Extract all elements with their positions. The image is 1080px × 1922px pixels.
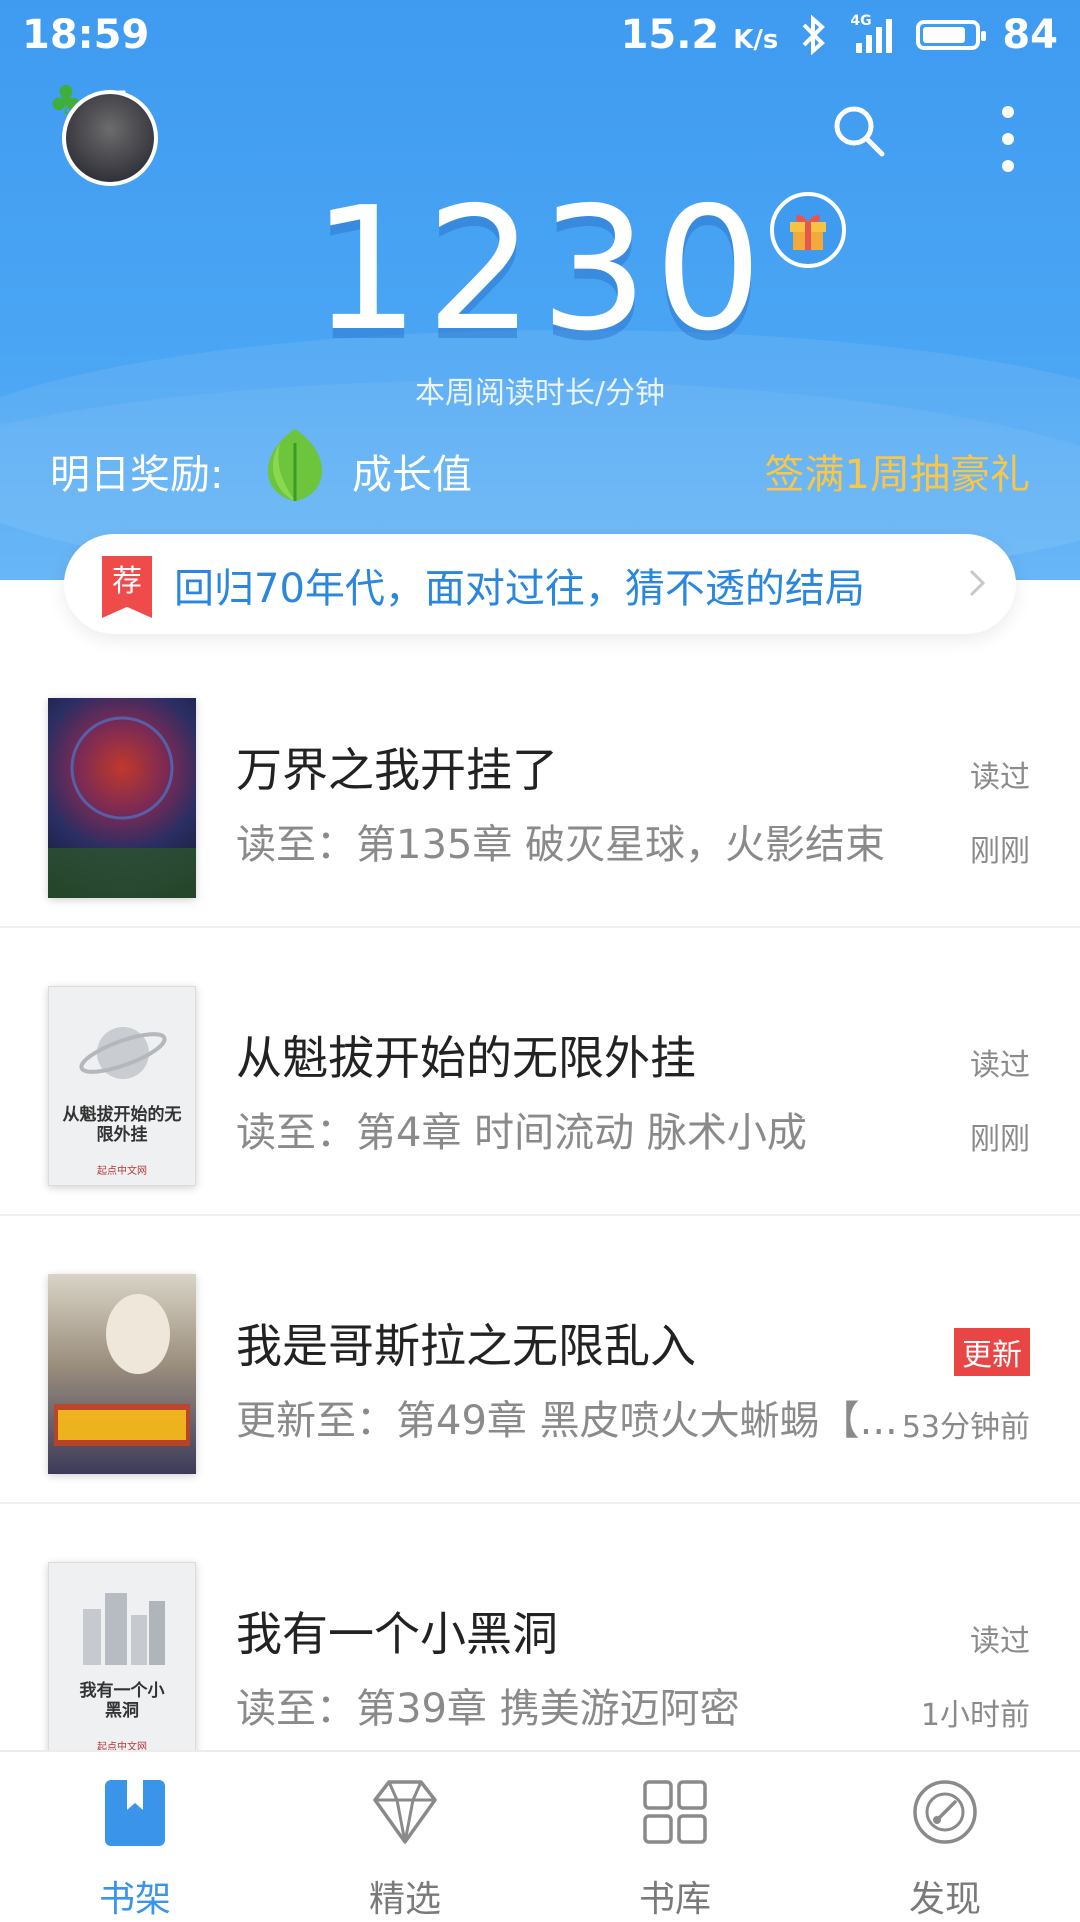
cover-art — [48, 716, 196, 898]
battery-icon — [916, 20, 987, 50]
status-time: 18:59 — [22, 12, 150, 58]
book-progress: 更新至：第49章 黑皮喷火大蜥蜴【... — [236, 1398, 896, 1444]
avatar[interactable] — [62, 90, 158, 186]
weekly-reading-minutes: 1230 — [311, 171, 769, 369]
signal-icon: 4G — [850, 13, 894, 53]
book-cover[interactable]: 我有一个小黑洞 起点中文网 — [48, 1562, 196, 1762]
tab-label: 精选 — [368, 1879, 441, 1920]
bookshelf-list: 万界之我开挂了 读至：第135章 破灭星球，火影结束 读过 刚刚 从魁拔开始的无… — [0, 640, 1080, 1790]
planet-art — [79, 1027, 167, 1079]
score-label: 本周阅读时长/分钟 — [414, 376, 666, 411]
book-progress: 读至：第39章 携美游迈阿密 — [236, 1686, 740, 1732]
book-item[interactable]: 我有一个小黑洞 起点中文网 我有一个小黑洞 读至：第39章 携美游迈阿密 读过 … — [0, 1504, 1080, 1790]
reward-label: 明日奖励: — [50, 452, 224, 498]
recommendation-banner[interactable]: 荐 回归70年代，面对过往，猜不透的结局 — [64, 534, 1016, 634]
gift-icon[interactable] — [770, 192, 846, 268]
tab-label: 书库 — [638, 1879, 711, 1920]
tab-label: 书架 — [98, 1879, 171, 1920]
checkin-promo-link[interactable]: 签满1周抽豪礼 — [765, 442, 1030, 500]
update-time: 53分钟前 — [901, 1410, 1030, 1445]
tab-featured[interactable]: 精选 — [270, 1752, 540, 1922]
book-cover[interactable]: 从魁拔开始的无限外挂 起点中文网 — [48, 986, 196, 1186]
more-menu-icon[interactable] — [1000, 104, 1016, 174]
read-time: 1小时前 — [920, 1698, 1030, 1733]
read-time: 刚刚 — [970, 834, 1030, 869]
book-cover[interactable] — [48, 698, 196, 898]
compass-icon — [913, 1780, 977, 1844]
update-badge: 更新 — [954, 1328, 1030, 1376]
search-icon[interactable] — [832, 104, 886, 158]
book-item[interactable]: 我是哥斯拉之无限乱入 更新至：第49章 黑皮喷火大蜥蜴【... 更新 53分钟前 — [0, 1216, 1080, 1504]
tab-bookshelf[interactable]: 书架 — [0, 1752, 270, 1922]
book-title: 万界之我开挂了 — [236, 743, 558, 797]
cover-publisher: 起点中文网 — [97, 1166, 147, 1177]
book-item[interactable]: 万界之我开挂了 读至：第135章 破灭星球，火影结束 读过 刚刚 — [0, 640, 1080, 928]
tab-discover[interactable]: 发现 — [810, 1752, 1080, 1922]
recommend-tag: 荐 — [102, 556, 152, 618]
read-time: 刚刚 — [970, 1122, 1030, 1157]
battery-percent: 84 — [1002, 12, 1058, 58]
book-title: 从魁拔开始的无限外挂 — [236, 1031, 696, 1085]
grid-icon — [643, 1780, 707, 1844]
book-progress: 读至：第135章 破灭星球，火影结束 — [236, 822, 886, 868]
book-progress: 读至：第4章 时间流动 脉术小成 — [236, 1110, 807, 1156]
tab-label: 发现 — [908, 1879, 981, 1920]
read-status: 读过 — [970, 1624, 1030, 1659]
status-icons: 15.2 K/s 4G 84 — [621, 12, 1058, 58]
reward-value: 成长值 — [352, 452, 472, 498]
net-speed: 15.2 K/s — [620, 12, 779, 58]
book-item[interactable]: 从魁拔开始的无限外挂 起点中文网 从魁拔开始的无限外挂 读至：第4章 时间流动 … — [0, 928, 1080, 1216]
cover-title: 我有一个小黑洞 — [79, 1681, 165, 1721]
status-bar: 18:59 15.2 K/s 4G 84 — [0, 0, 1080, 70]
city-art — [83, 1593, 165, 1665]
tab-library[interactable]: 书库 — [540, 1752, 810, 1922]
leaf-icon — [267, 429, 323, 501]
read-status: 读过 — [970, 1048, 1030, 1083]
bottom-tab-bar: 书架 精选 书库 发现 — [0, 1750, 1080, 1922]
recommendation-text: 回归70年代，面对过往，猜不透的结局 — [174, 566, 865, 612]
cover-art — [54, 1294, 190, 1446]
diamond-icon — [373, 1780, 437, 1844]
bluetooth-icon — [802, 15, 826, 55]
book-title: 我有一个小黑洞 — [236, 1607, 558, 1661]
cover-title: 从魁拔开始的无限外挂 — [62, 1105, 182, 1145]
book-title: 我是哥斯拉之无限乱入 — [236, 1319, 696, 1373]
book-cover[interactable] — [48, 1274, 196, 1474]
read-status: 读过 — [970, 760, 1030, 795]
chevron-right-icon — [969, 569, 986, 597]
header: 18:59 15.2 K/s 4G 84 ♣+1 1230 本周阅读时长/分钟 … — [0, 0, 1080, 580]
bookshelf-icon — [105, 1780, 165, 1846]
